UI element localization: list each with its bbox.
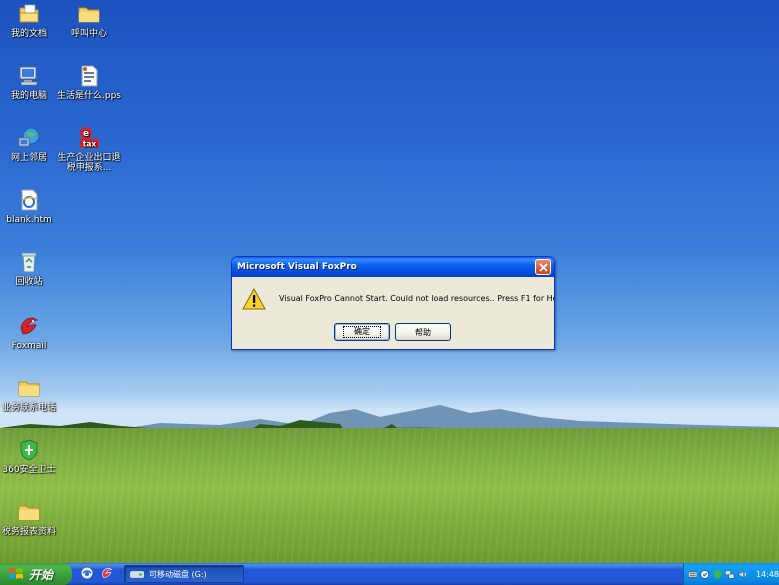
close-icon <box>538 262 548 272</box>
desktop-icon-label: 税务报表资料 <box>1 527 56 537</box>
ok-button-label: 确定 <box>343 326 381 338</box>
desktop-icon-360-safe[interactable]: 360安全卫士 <box>0 438 62 475</box>
svg-text:tax: tax <box>83 140 97 149</box>
desktop-icon-label: 生活是什么.pps <box>57 91 121 101</box>
foxmail-icon <box>20 317 39 335</box>
desktop-icon-label: 生产企业出口退税申报系... <box>57 153 121 173</box>
desktop-icon-label: 回收站 <box>15 277 43 287</box>
ok-button[interactable]: 确定 <box>334 323 390 341</box>
desktop-icon-my-documents[interactable]: 我的文档 <box>0 2 62 39</box>
desktop-icon-label: 360安全卫士 <box>2 465 56 475</box>
desktop-icon-label: blank.htm <box>6 215 52 225</box>
taskbar: 开始 可移动磁盘 (G:) 14:48 <box>0 563 779 585</box>
my-computer-icon <box>19 66 38 86</box>
shield-icon[interactable] <box>700 569 710 580</box>
network-places-icon <box>18 127 40 147</box>
etax-icon: etax <box>80 127 99 149</box>
volume-icon[interactable] <box>738 569 747 580</box>
ie-document-icon <box>21 189 38 211</box>
desktop-icon-network-places[interactable]: 网上邻居 <box>0 126 62 163</box>
windows-flag-icon <box>9 568 23 579</box>
help-button-label: 帮助 <box>415 327 431 337</box>
dialog-title: Microsoft Visual FoxPro <box>237 262 357 272</box>
show-desktop-icon[interactable] <box>80 566 94 580</box>
desktop-icon-business-phone[interactable]: 业务联系电话 <box>0 376 62 413</box>
recycle-bin-icon <box>21 252 37 273</box>
360-safe-icon <box>20 439 38 461</box>
desktop-icon-label: 我的电脑 <box>10 91 47 101</box>
desktop-icon-my-computer[interactable]: 我的电脑 <box>0 64 62 101</box>
folder-icon <box>78 7 100 23</box>
desktop-icon-blank-htm[interactable]: blank.htm <box>0 188 62 225</box>
dialog-message: Visual FoxPro Cannot Start. Could not lo… <box>279 294 555 303</box>
help-button[interactable]: 帮助 <box>395 323 451 341</box>
desktop-icon-label: 我的文档 <box>10 29 47 39</box>
desktop-icon-call-center[interactable]: 呼叫中心 <box>56 2 122 39</box>
desktop-icon-label: 呼叫中心 <box>70 29 107 39</box>
desktop-icon-label: 业务联系电话 <box>1 403 56 413</box>
start-button[interactable]: 开始 <box>0 563 72 585</box>
desktop-icon-label: Foxmail <box>11 341 47 351</box>
close-button[interactable] <box>535 259 551 275</box>
error-dialog: Microsoft Visual FoxPro Visual FoxPro Ca… <box>231 256 555 350</box>
system-tray: 14:48 <box>683 563 779 585</box>
folder-icon <box>18 381 40 397</box>
dialog-titlebar[interactable]: Microsoft Visual FoxPro <box>232 257 554 277</box>
desktop-icon-pps-file[interactable]: 生活是什么.pps <box>56 64 122 101</box>
desktop-icon-label: 网上邻居 <box>10 153 47 163</box>
desktop-icon-recycle-bin[interactable]: 回收站 <box>0 250 62 287</box>
taskbar-item-removable-drive[interactable]: 可移动磁盘 (G:) <box>124 565 244 583</box>
network-icon[interactable] <box>725 569 735 580</box>
360-safe-icon[interactable] <box>713 569 722 580</box>
desktop-icon-etax[interactable]: e tax 生产企业出口退税申报系... <box>56 126 122 173</box>
folder-icon <box>18 505 40 521</box>
foxmail-icon[interactable] <box>100 566 114 580</box>
warning-icon <box>242 288 266 310</box>
taskbar-item-label: 可移动磁盘 (G:) <box>149 569 207 579</box>
dialog-body: Visual FoxPro Cannot Start. Could not lo… <box>232 277 555 349</box>
desktop-icon-foxmail[interactable]: Foxmail <box>0 314 62 351</box>
my-documents-icon <box>19 4 39 23</box>
quick-launch <box>80 566 114 582</box>
pps-file-icon <box>81 65 98 87</box>
desktop-icon-tax-reports[interactable]: 税务报表资料 <box>0 500 62 537</box>
removable-drive-icon <box>130 570 144 578</box>
grass-meadow <box>0 428 779 563</box>
svg-text:e: e <box>83 129 89 139</box>
start-label: 开始 <box>29 567 54 582</box>
clock: 14:48 <box>755 569 779 579</box>
keyboard-icon[interactable] <box>688 569 698 580</box>
